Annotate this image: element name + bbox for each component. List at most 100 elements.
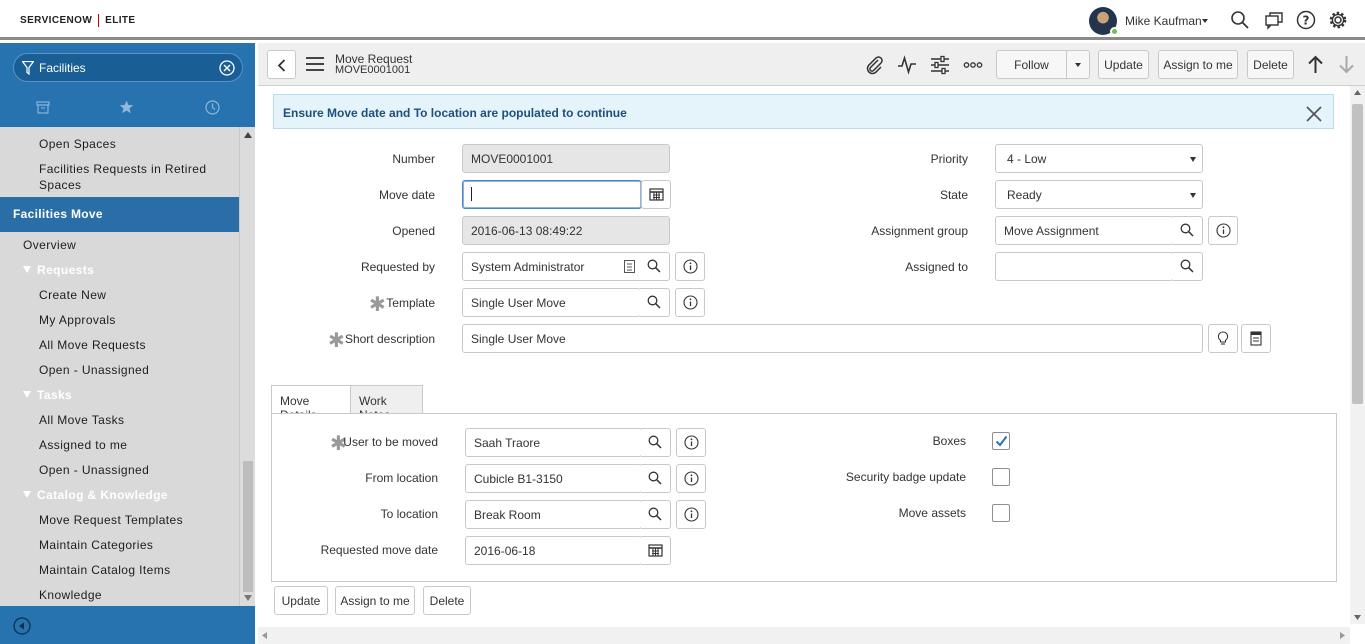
favorites-star-icon[interactable]: [119, 100, 134, 114]
context-menu-icon[interactable]: [306, 57, 324, 75]
scroll-down-arrow-icon[interactable]: [244, 595, 252, 601]
nav-group-catalog-knowledge[interactable]: Catalog & Knowledge: [0, 488, 239, 502]
template-field[interactable]: Single User Move: [462, 288, 641, 317]
assigned-to-lookup-button[interactable]: [1173, 252, 1203, 281]
navigator-scrollbar[interactable]: [239, 127, 255, 606]
help-icon[interactable]: ?: [1296, 10, 1316, 30]
suggestion-button[interactable]: [1208, 324, 1238, 353]
attachment-paperclip-icon[interactable]: [864, 55, 884, 75]
from-location-lookup-button[interactable]: [641, 464, 671, 493]
opened-field[interactable]: 2016-06-13 08:49:22: [462, 216, 670, 245]
scroll-down-arrow-icon[interactable]: [1354, 615, 1361, 620]
delete-button-bottom[interactable]: Delete: [423, 586, 471, 615]
nav-item-all-move-requests[interactable]: All Move Requests: [0, 338, 239, 352]
state-select[interactable]: Ready: [995, 180, 1203, 209]
tab-move-details[interactable]: Move Details: [271, 385, 351, 422]
nav-group-tasks[interactable]: Tasks: [0, 388, 239, 402]
scrollbar-thumb[interactable]: [243, 461, 253, 592]
history-clock-icon[interactable]: [205, 100, 220, 115]
move-assets-checkbox[interactable]: [992, 504, 1010, 522]
next-record-arrow-down-icon[interactable]: [1338, 55, 1355, 74]
update-button-bottom[interactable]: Update: [274, 586, 328, 615]
nav-section-facilities-move[interactable]: Facilities Move: [0, 197, 239, 232]
nav-item-assigned-to-me[interactable]: Assigned to me: [0, 438, 239, 452]
user-name[interactable]: Mike Kaufman: [1125, 14, 1202, 28]
nav-item-facilities-requests-retired-cont[interactable]: Spaces: [0, 178, 239, 192]
follow-dropdown-button[interactable]: [1066, 50, 1090, 79]
template-lookup-button[interactable]: [640, 288, 670, 317]
all-apps-icon[interactable]: [36, 101, 50, 114]
scroll-up-arrow-icon[interactable]: [244, 132, 252, 138]
scroll-left-arrow-icon[interactable]: [262, 632, 267, 639]
tab-work-notes[interactable]: Work Notes: [350, 385, 423, 422]
form-vertical-scrollbar[interactable]: [1350, 86, 1365, 624]
template-selector-button[interactable]: [1241, 324, 1271, 353]
nav-item-overview[interactable]: Overview: [0, 238, 239, 252]
nav-item-my-approvals[interactable]: My Approvals: [0, 313, 239, 327]
assign-to-me-button[interactable]: Assign to me: [1158, 50, 1238, 79]
requested-by-info-button[interactable]: [675, 252, 705, 281]
nav-item-move-request-templates[interactable]: Move Request Templates: [0, 513, 239, 527]
assignment-group-lookup-button[interactable]: [1173, 216, 1203, 245]
update-button[interactable]: Update: [1098, 50, 1149, 79]
nav-item-maintain-categories[interactable]: Maintain Categories: [0, 538, 239, 552]
boxes-checkbox[interactable]: [992, 432, 1010, 450]
move-date-calendar-button[interactable]: [641, 180, 671, 209]
assigned-to-field[interactable]: [995, 252, 1174, 281]
collapse-navigator-icon[interactable]: [13, 617, 31, 635]
from-location-field[interactable]: Cubicle B1-3150: [465, 464, 642, 493]
assignment-group-info-button[interactable]: [1208, 216, 1238, 245]
nav-item-maintain-catalog-items[interactable]: Maintain Catalog Items: [0, 563, 239, 577]
nav-item-open-unassigned-tasks[interactable]: Open - Unassigned: [0, 463, 239, 477]
nav-item-all-move-tasks[interactable]: All Move Tasks: [0, 413, 239, 427]
filter-input[interactable]: Facilities: [39, 61, 86, 75]
nav-group-requests[interactable]: Requests: [0, 263, 239, 277]
to-location-info-button[interactable]: [676, 500, 706, 529]
to-location-lookup-button[interactable]: [641, 500, 671, 529]
nav-item-knowledge[interactable]: Knowledge: [0, 588, 239, 602]
move-date-field[interactable]: [462, 180, 642, 209]
scrollbar-thumb[interactable]: [1352, 104, 1363, 404]
requested-by-lookup-button[interactable]: [640, 252, 670, 281]
required-indicator: ✱: [369, 294, 386, 316]
nav-item-open-unassigned-requests[interactable]: Open - Unassigned: [0, 363, 239, 377]
scroll-right-arrow-icon[interactable]: [1340, 632, 1345, 639]
more-options-icon[interactable]: [963, 55, 983, 75]
activity-stream-icon[interactable]: [897, 55, 917, 75]
follow-button[interactable]: Follow: [996, 50, 1067, 79]
close-icon[interactable]: [1306, 106, 1322, 122]
user-lookup-button[interactable]: [641, 428, 671, 457]
personalize-form-icon[interactable]: [930, 55, 950, 75]
user-info-button[interactable]: [676, 428, 706, 457]
delete-button[interactable]: Delete: [1247, 50, 1294, 79]
navigator-filter[interactable]: Facilities: [13, 53, 243, 82]
security-badge-update-checkbox[interactable]: [992, 468, 1010, 486]
template-info-button[interactable]: [675, 288, 705, 317]
chevron-down-icon[interactable]: [1202, 19, 1208, 23]
search-icon[interactable]: [1230, 10, 1250, 30]
clear-filter-icon[interactable]: [219, 60, 235, 76]
requested-move-date-field[interactable]: 2016-06-18: [465, 536, 642, 565]
assignment-group-field[interactable]: Move Assignment: [995, 216, 1174, 245]
user-to-be-moved-field[interactable]: Saah Traore: [465, 428, 642, 457]
from-location-info-button[interactable]: [676, 464, 706, 493]
nav-item-create-new[interactable]: Create New: [0, 288, 239, 302]
back-button[interactable]: [267, 50, 296, 79]
assign-to-me-button-bottom[interactable]: Assign to me: [335, 586, 415, 615]
previous-record-arrow-up-icon[interactable]: [1307, 55, 1324, 74]
short-description-field[interactable]: Single User Move: [462, 324, 1203, 353]
requested-move-date-calendar-button[interactable]: [641, 536, 671, 565]
brand-logo[interactable]: SERVICENOW ELITE: [20, 14, 136, 27]
number-field[interactable]: MOVE0001001: [462, 144, 670, 173]
form-horizontal-scrollbar[interactable]: [258, 627, 1350, 644]
gear-icon[interactable]: [1328, 10, 1348, 30]
to-location-field[interactable]: Break Room: [465, 500, 642, 529]
nav-item-facilities-requests-retired[interactable]: Facilities Requests in Retired: [0, 162, 239, 176]
scroll-up-arrow-icon[interactable]: [1354, 90, 1361, 95]
requested-by-field[interactable]: System Administrator: [462, 252, 642, 281]
reference-card-icon[interactable]: [624, 260, 635, 273]
chat-icon[interactable]: [1264, 10, 1284, 30]
nav-item-open-spaces[interactable]: Open Spaces: [0, 137, 239, 151]
priority-select[interactable]: 4 - Low: [995, 144, 1203, 173]
avatar[interactable]: [1089, 7, 1119, 36]
